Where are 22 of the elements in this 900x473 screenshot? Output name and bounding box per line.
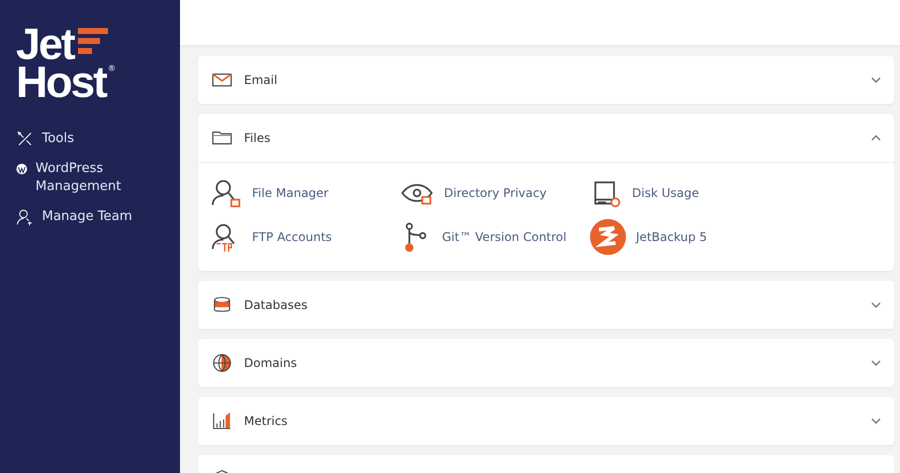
sidebar-item[interactable]: Tools	[16, 130, 136, 148]
user-plus-icon	[16, 208, 34, 226]
tool-link[interactable]: File Manager	[210, 177, 400, 209]
tool-link[interactable]: Disk Usage	[590, 177, 780, 209]
logo-text: Jet	[16, 26, 74, 64]
section-title[interactable]: Metrics	[244, 414, 860, 428]
tools-icon	[16, 130, 34, 148]
tool-link[interactable]: JetBackup 5	[590, 219, 780, 255]
section-title[interactable]: Databases	[244, 298, 860, 312]
logo-text: Host	[16, 64, 106, 102]
registered-mark: ®	[108, 64, 116, 73]
tool-link[interactable]: FTP Accounts	[210, 219, 400, 255]
section-title[interactable]: Files	[244, 131, 860, 145]
backup-logo-icon	[590, 219, 626, 255]
tool-link[interactable]: Git™ Version Control	[400, 219, 590, 255]
sidebar-item[interactable]: WordPress Management	[16, 160, 136, 196]
globe-icon	[210, 353, 234, 373]
tool-link[interactable]: Directory Privacy	[400, 177, 590, 209]
section-title[interactable]: Email	[244, 73, 860, 87]
section-title[interactable]: Domains	[244, 356, 860, 370]
user-folder-icon	[210, 177, 242, 209]
sidebar-item[interactable]: Manage Team	[16, 208, 136, 226]
